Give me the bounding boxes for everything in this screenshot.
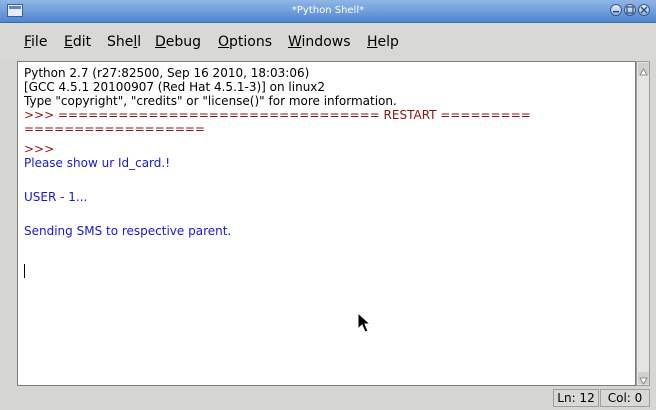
mouse-pointer-icon bbox=[357, 312, 372, 333]
menu-file[interactable]: File bbox=[24, 34, 47, 50]
scroll-up-button[interactable] bbox=[638, 63, 649, 76]
close-icon bbox=[640, 6, 648, 14]
minimize-icon bbox=[613, 11, 619, 13]
maximize-icon bbox=[626, 6, 634, 14]
output-line: Sending SMS to respective parent. bbox=[24, 224, 232, 238]
menu-shell[interactable]: Shell bbox=[107, 34, 141, 50]
output-line: USER - 1... bbox=[24, 190, 88, 204]
shell-line: Python 2.7 (r27:82500, Sep 16 2010, 18:0… bbox=[24, 66, 310, 80]
shell-line: Type "copyright", "credits" or "license(… bbox=[24, 94, 397, 108]
menu-help[interactable]: Help bbox=[367, 34, 399, 50]
menu-debug[interactable]: Debug bbox=[155, 34, 201, 50]
menu-edit[interactable]: Edit bbox=[64, 34, 91, 50]
arrow-up-icon bbox=[639, 68, 648, 76]
restart-line-cont: ================== bbox=[24, 122, 205, 136]
prompt: >>> bbox=[24, 142, 58, 156]
arrow-down-icon bbox=[639, 377, 648, 385]
shell-line: [GCC 4.5.1 20100907 (Red Hat 4.5.1-3)] o… bbox=[24, 80, 326, 94]
menu-options[interactable]: Options bbox=[218, 34, 272, 50]
vertical-scrollbar[interactable] bbox=[636, 61, 650, 386]
close-button[interactable] bbox=[638, 4, 650, 16]
text-caret bbox=[24, 264, 25, 278]
window-title: *Python Shell* bbox=[291, 5, 365, 16]
restart-line: >>> ================================ RES… bbox=[24, 108, 531, 122]
menu-bar: File Edit Shell Debug Options Windows He… bbox=[0, 23, 656, 61]
maximize-button[interactable] bbox=[624, 4, 636, 16]
title-bar[interactable]: *Python Shell* bbox=[0, 0, 656, 23]
status-line-number: Ln: 12 bbox=[553, 389, 599, 407]
minimize-button[interactable] bbox=[610, 4, 622, 16]
shell-text-area[interactable]: Python 2.7 (r27:82500, Sep 16 2010, 18:0… bbox=[17, 61, 636, 386]
scroll-down-button[interactable] bbox=[638, 372, 649, 385]
output-line: Please show ur Id_card.! bbox=[24, 156, 171, 170]
menu-windows[interactable]: Windows bbox=[288, 34, 351, 50]
status-column-number: Col: 0 bbox=[600, 389, 650, 407]
